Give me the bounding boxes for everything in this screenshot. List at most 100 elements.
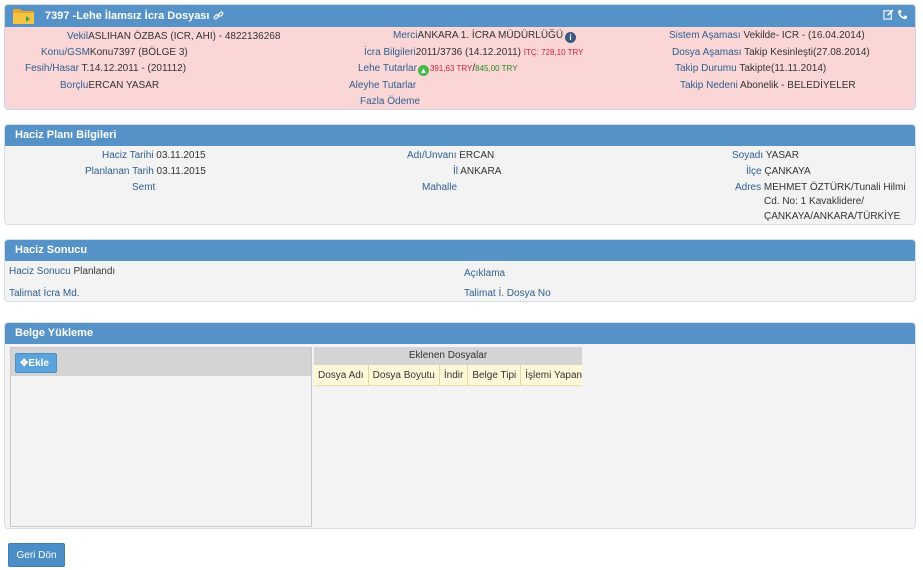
talimat-icra-label: Talimat İcra Md. [9,288,80,299]
ilce-row: İlçe ÇANKAYA [746,166,811,178]
haciz-tarihi-label: Haciz Tarihi [102,150,154,161]
document-upload-panel: Belge Yükleme ✥Ekle Eklenen Dosyalar Dos… [4,322,916,529]
icra-label: İcra Bilgileri [364,47,416,58]
add-file-button[interactable]: ✥Ekle [15,353,57,373]
soyadi-label: Soyadı [732,150,764,161]
seizure-plan-heading: Haciz Planı Bilgileri [5,125,915,146]
semt-row: Semt [132,182,155,194]
adres-line-2: Cd. No: 1 Kavaklidere/ [764,196,865,207]
fesih-label: Fesih/Hasar [25,63,79,74]
haciz-sonucu-value: Planlandı [73,266,116,277]
merci-label: Merci [393,30,418,41]
added-files-caption: Eklenen Dosyalar [314,347,582,365]
konu-value: Konu7397 (BÖLGE 3) [89,47,188,58]
aciklama-label: Açıklama [464,268,506,279]
adres-row: Adres MEHMET ÖZTÜRK/Tunali Hilmi [735,182,906,194]
vekil-value: ASLIHAN ÖZBAS (ICR, AHI) - 4822136268 [88,31,281,42]
vekil-label: Vekil [67,31,89,42]
neden-value: Abonelik - BELEDİYELER [740,80,856,91]
aciklama-row: Açıklama [464,268,505,280]
haciz-sonucu-label: Haciz Sonucu [9,266,71,277]
upload-drop-area[interactable]: ✥Ekle [10,347,312,527]
adi-row: Adı/Unvanı ERCAN [407,150,494,162]
column-dosya-adi[interactable]: Dosya Adı [314,365,369,385]
adres-line-3: ÇANKAYA/ANKARA/TÜRKİYE [764,211,901,222]
adres-line-1: MEHMET ÖZTÜRK/Tunali Hilmi [763,182,906,193]
dosya-label: Dosya Aşaması [672,47,742,58]
folder-icon [13,9,34,24]
haciz-tarihi-row: Haciz Tarihi 03.11.2015 [102,150,206,162]
haciz-tarihi-value: 03.11.2015 [156,150,206,161]
haciz-sonucu-row: Haciz Sonucu Planlandı [9,266,115,278]
adres-label: Adres [735,182,762,193]
mahalle-row: Mahalle [422,182,457,194]
soyadi-row: Soyadı YASAR [732,150,799,162]
seizure-result-panel: Haciz Sonucu Haciz Sonucu Planlandı Tali… [4,239,916,302]
icra-value: 2011/3736 (14.12.2011) [415,47,521,58]
vekil-row: VekilASLIHAN ÖZBAS (ICR, AHI) - 48221362… [67,31,280,43]
merci-row: MerciANKARA 1. İCRA MÜDÜRLÜĞÜ i [393,30,577,43]
fazla-row: Fazla Ödeme [360,96,420,108]
info-icon[interactable]: i [565,32,577,43]
phone-icon[interactable] [897,10,907,22]
case-title: 7397 -Lehe İlamsız İcra Dosyası [45,10,210,22]
borclu-label: Borçlu [60,80,89,91]
seizure-result-heading: Haciz Sonucu [5,240,915,261]
mahalle-label: Mahalle [422,182,458,193]
seizure-plan-panel: Haciz Planı Bilgileri Haciz Tarihi 03.11… [4,124,916,225]
il-label: İl [453,166,458,177]
back-button[interactable]: Geri Dön [8,543,65,567]
column-belge-tipi[interactable]: Belge Tipi [468,365,522,385]
adi-label: Adı/Unvanı [407,150,457,161]
borclu-value: ERCAN YASAR [88,80,160,91]
neden-row: Takip Nedeni Abonelik - BELEDİYELER [680,80,856,92]
planlanan-tarih-value: 03.11.2015 [156,166,206,177]
lehe-row: Lehe Tutarlar ▲ 391,63 TRY/845,00 TRY [358,63,518,76]
il-value: ANKARA [460,166,502,177]
fesih-row: Fesih/Hasar T.14.12.2011 - (201112) [25,63,186,75]
sistem-value: Vekilde- ICR - (16.04.2014) [743,30,865,41]
sistem-row: Sistem Aşaması Vekilde- ICR - (16.04.201… [669,30,865,42]
dosya-value: Takip Kesinleşti(27.08.2014) [744,47,870,58]
add-file-label: Ekle [28,358,49,369]
dosya-row: Dosya Aşaması Takip Kesinleşti(27.08.201… [672,47,870,59]
konu-row: Konu/GSMKonu7397 (BÖLGE 3) [41,47,188,59]
icra-row: İcra Bilgileri2011/3736 (14.12.2011) İTÇ… [364,47,583,59]
semt-label: Semt [132,182,156,193]
konu-label: Konu/GSM [41,47,90,58]
edit-icon[interactable] [883,9,897,22]
planlanan-tarih-row: Planlanan Tarih 03.11.2015 [85,166,206,178]
files-table-header: Dosya Adı Dosya Boyutu İndir Belge Tipi … [314,365,582,386]
fesih-value: T.14.12.2011 - (201112) [81,63,187,74]
takip-label: Takip Durumu [675,63,737,74]
column-dosya-boyutu[interactable]: Dosya Boyutu [369,365,440,385]
borclu-row: BorçluERCAN YASAR [60,80,159,92]
planlanan-tarih-label: Planlanan Tarih [85,166,154,177]
takip-value: Takipte(11.11.2014) [739,63,827,74]
ilce-label: İlçe [746,166,762,177]
column-indir[interactable]: İndir [440,365,469,385]
lehe-label: Lehe Tutarlar [358,63,417,74]
added-files-table: Eklenen Dosyalar Dosya Adı Dosya Boyutu … [314,347,582,386]
upload-toolbar: ✥Ekle [11,348,311,376]
itc-value: İTÇ: 728,10 TRY [523,48,584,57]
link-icon[interactable] [213,5,224,27]
sistem-label: Sistem Aşaması [669,30,741,41]
talimat-dosya-label: Talimat İ. Dosya No [464,288,551,299]
document-upload-heading: Belge Yükleme [5,323,915,344]
aleyhe-label: Aleyhe Tutarlar [349,80,417,91]
case-summary-panel: 7397 -Lehe İlamsız İcra Dosyası VekilASL… [4,4,916,110]
neden-label: Takip Nedeni [680,80,738,91]
column-islemi-yapan[interactable]: İşlemi Yapan [521,365,586,385]
adi-value: ERCAN [459,150,495,161]
lehe-value-1: 391,63 TRY [429,64,473,73]
soyadi-value: YASAR [765,150,799,161]
talimat-icra-row: Talimat İcra Md. [9,288,80,300]
takip-row: Takip Durumu Takipte(11.11.2014) [675,63,826,75]
aleyhe-row: Aleyhe Tutarlar [349,80,416,92]
il-row: İl ANKARA [453,166,501,178]
talimat-dosya-row: Talimat İ. Dosya No [464,288,551,300]
lehe-value-2: 845,00 TRY [475,64,518,73]
merci-value: ANKARA 1. İCRA MÜDÜRLÜĞÜ [417,30,564,41]
arrow-up-icon: ▲ [417,65,429,76]
